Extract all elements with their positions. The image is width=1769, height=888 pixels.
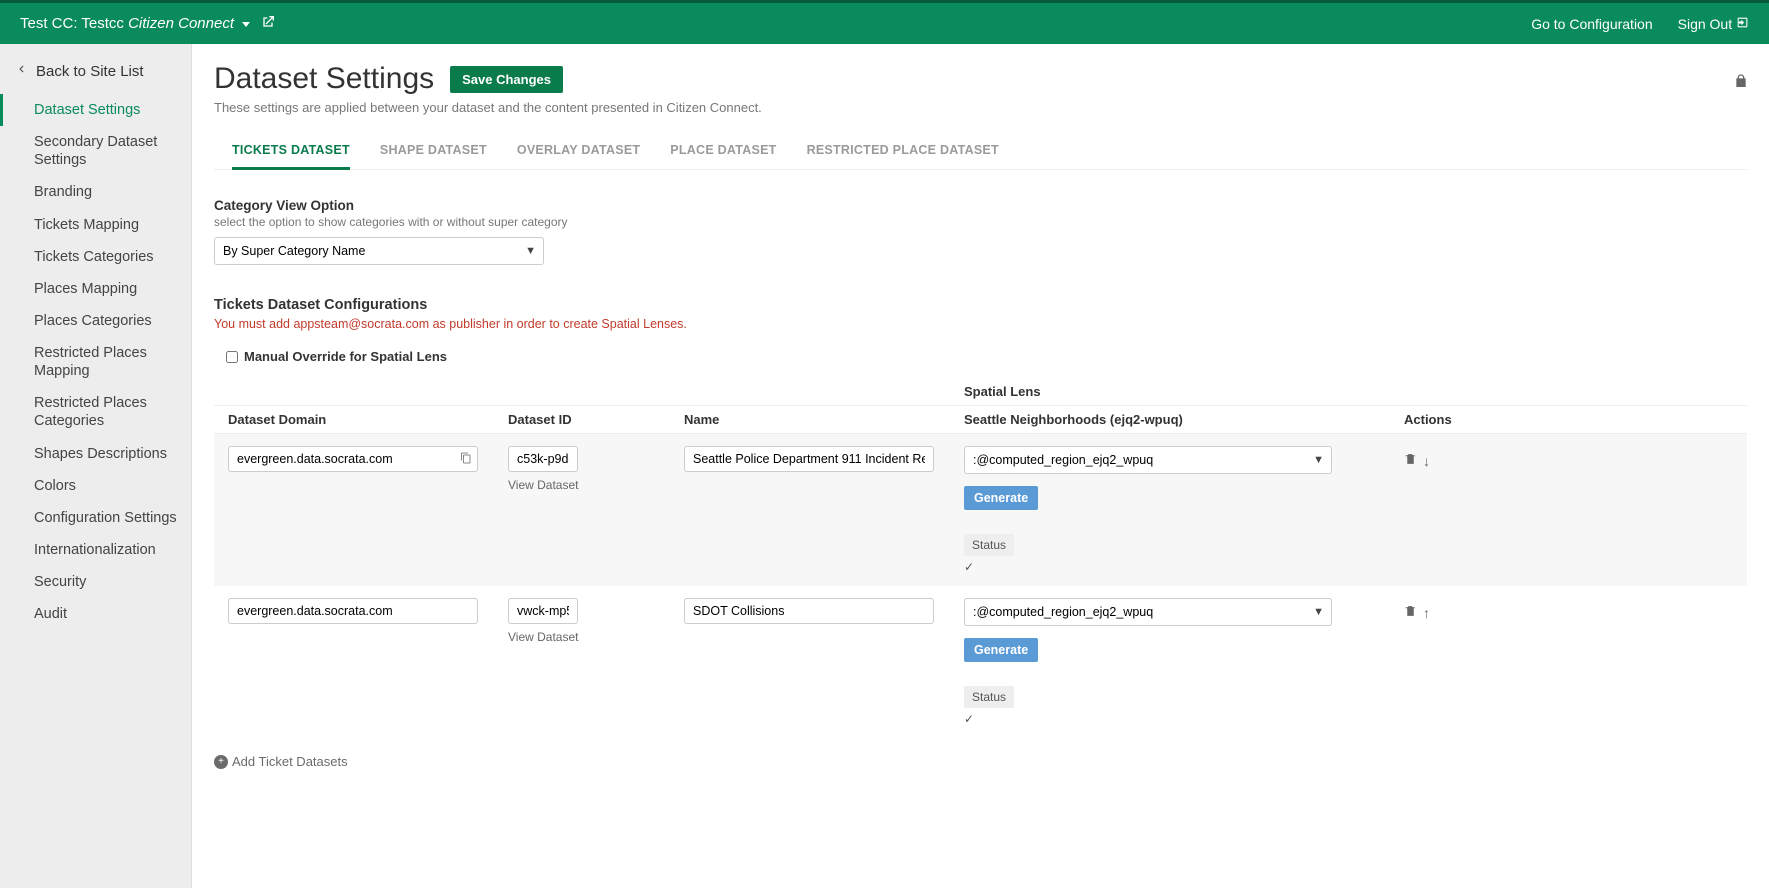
sidebar-item[interactable]: Colors	[0, 470, 191, 502]
page-subtitle: These settings are applied between your …	[214, 100, 1747, 115]
status-chip: Status	[964, 534, 1014, 556]
dataset-row: View Dataset:@computed_region_ejq2_wpuq▼…	[214, 434, 1747, 586]
delete-icon[interactable]	[1404, 604, 1417, 621]
dataset-name-input[interactable]	[684, 446, 934, 472]
dataset-id-input[interactable]	[508, 598, 578, 624]
dataset-name-input[interactable]	[684, 598, 934, 624]
sidebar-item[interactable]: Places Mapping	[0, 273, 191, 305]
sidebar-item[interactable]: Tickets Mapping	[0, 209, 191, 241]
check-icon: ✓	[964, 560, 1392, 574]
app-name: Citizen Connect	[128, 15, 234, 32]
delete-icon[interactable]	[1404, 452, 1417, 469]
tab[interactable]: SHAPE DATASET	[380, 133, 487, 169]
sidebar-nav: Dataset SettingsSecondary Dataset Settin…	[0, 94, 191, 630]
back-to-site-list[interactable]: Back to Site List	[0, 62, 191, 94]
view-dataset-link[interactable]: View Dataset	[508, 630, 672, 644]
sidebar-item[interactable]: Audit	[0, 598, 191, 630]
topbar: Test CC: Testcc Citizen Connect Go to Co…	[0, 0, 1769, 44]
sidebar-item[interactable]: Shapes Descriptions	[0, 438, 191, 470]
tab[interactable]: TICKETS DATASET	[232, 133, 350, 170]
add-ticket-datasets[interactable]: + Add Ticket Datasets	[214, 754, 1747, 769]
col-actions: Actions	[1404, 412, 1524, 427]
plus-icon: +	[214, 755, 228, 769]
sidebar-item[interactable]: Restricted Places Mapping	[0, 337, 191, 387]
dataset-domain-input[interactable]	[228, 446, 478, 472]
check-icon: ✓	[964, 712, 1392, 726]
dataset-domain-input[interactable]	[228, 598, 478, 624]
configs-warning: You must add appsteam@socrata.com as pub…	[214, 317, 1747, 331]
external-link-icon[interactable]	[260, 14, 276, 34]
site-prefix: Test CC: Testcc	[20, 15, 124, 32]
app-title-group[interactable]: Test CC: Testcc Citizen Connect	[20, 14, 276, 34]
move-up-icon[interactable]: ↑	[1423, 605, 1430, 621]
save-changes-button[interactable]: Save Changes	[450, 66, 563, 93]
dataset-row: View Dataset:@computed_region_ejq2_wpuq▼…	[214, 586, 1747, 738]
dataset-id-input[interactable]	[508, 446, 578, 472]
col-name: Name	[684, 412, 964, 427]
sidebar-item[interactable]: Branding	[0, 176, 191, 208]
sidebar-item[interactable]: Secondary Dataset Settings	[0, 126, 191, 176]
category-view-select[interactable]: By Super Category Name	[214, 237, 544, 265]
go-to-configuration-link[interactable]: Go to Configuration	[1531, 16, 1652, 32]
move-down-icon[interactable]: ↓	[1423, 453, 1430, 469]
manual-override-checkbox[interactable]	[226, 351, 238, 363]
col-lens: Seattle Neighborhoods (ejq2-wpuq)	[964, 412, 1404, 427]
sidebar-item[interactable]: Configuration Settings	[0, 502, 191, 534]
caret-down-icon	[242, 22, 250, 27]
sidebar-item[interactable]: Security	[0, 566, 191, 598]
dataset-tabs: TICKETS DATASET SHAPE DATASET OVERLAY DATA…	[214, 133, 1747, 170]
main-content: Dataset Settings Save Changes These sett…	[192, 44, 1769, 888]
category-view-label: Category View Option	[214, 198, 1747, 213]
manual-override-checkbox-row[interactable]: Manual Override for Spatial Lens	[214, 349, 1747, 364]
spatial-lens-select[interactable]: :@computed_region_ejq2_wpuq	[964, 446, 1332, 474]
status-chip: Status	[964, 686, 1014, 708]
sign-out-link[interactable]: Sign Out	[1678, 16, 1749, 32]
copy-icon[interactable]	[460, 451, 472, 467]
arrow-left-icon	[14, 62, 28, 80]
lock-icon[interactable]	[1733, 72, 1749, 93]
col-domain: Dataset Domain	[228, 412, 508, 427]
sidebar-item[interactable]: Restricted Places Categories	[0, 387, 191, 437]
sidebar-item[interactable]: Dataset Settings	[0, 94, 191, 126]
col-id: Dataset ID	[508, 412, 684, 427]
sidebar: Back to Site List Dataset SettingsSecond…	[0, 44, 192, 888]
tab[interactable]: PLACE DATASET	[670, 133, 776, 169]
generate-button[interactable]: Generate	[964, 486, 1038, 510]
view-dataset-link[interactable]: View Dataset	[508, 478, 672, 492]
category-view-help: select the option to show categories wit…	[214, 215, 1747, 229]
generate-button[interactable]: Generate	[964, 638, 1038, 662]
spatial-lens-select[interactable]: :@computed_region_ejq2_wpuq	[964, 598, 1332, 626]
tab[interactable]: OVERLAY DATASET	[517, 133, 640, 169]
sidebar-item[interactable]: Tickets Categories	[0, 241, 191, 273]
sign-out-icon	[1736, 16, 1749, 32]
sidebar-item[interactable]: Places Categories	[0, 305, 191, 337]
spatial-lens-header: Spatial Lens	[964, 384, 1404, 399]
tab[interactable]: RESTRICTED PLACE DATASET	[807, 133, 999, 169]
sidebar-item[interactable]: Internationalization	[0, 534, 191, 566]
page-title: Dataset Settings	[214, 62, 434, 96]
configs-title: Tickets Dataset Configurations	[214, 297, 1747, 313]
